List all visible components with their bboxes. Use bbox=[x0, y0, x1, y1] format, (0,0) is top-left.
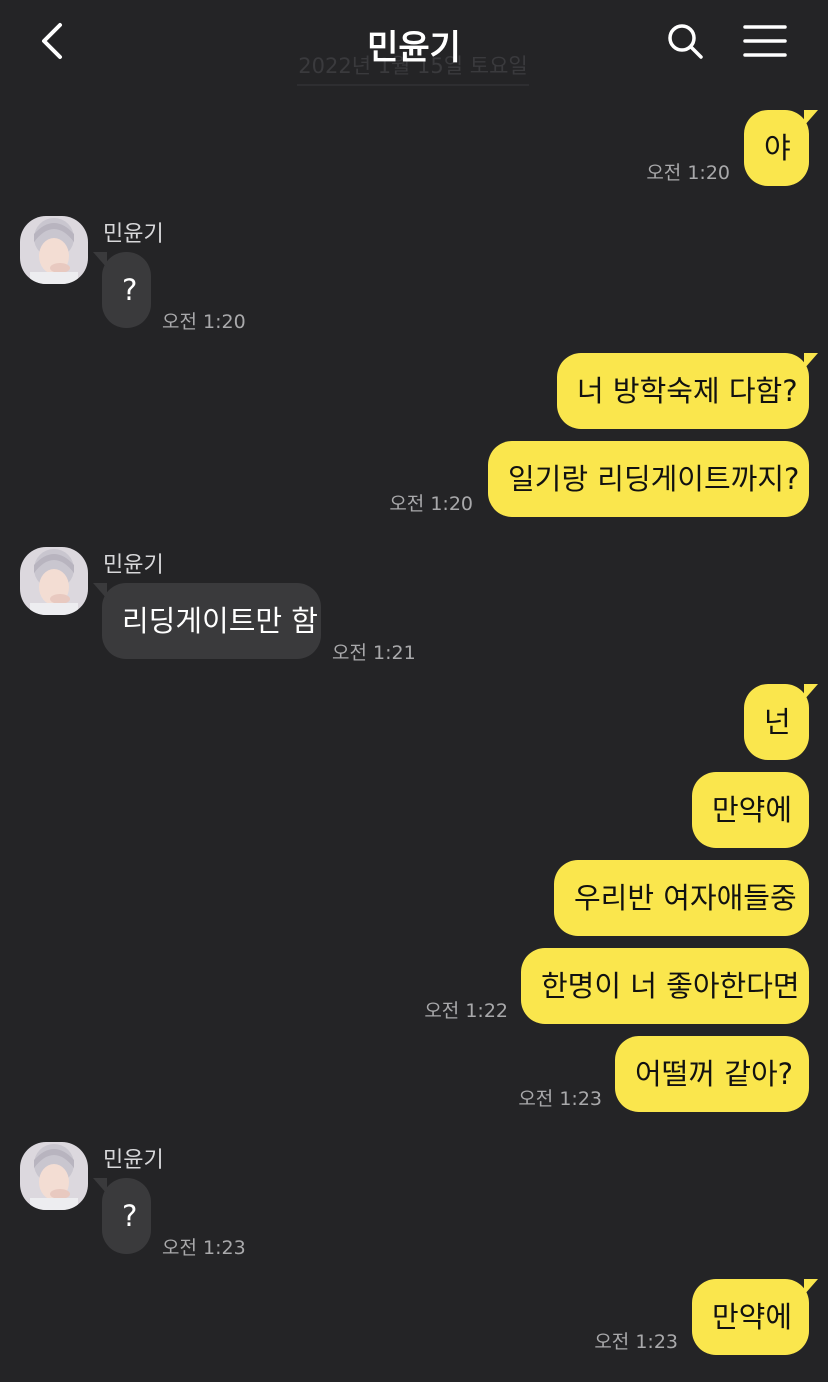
profile-photo bbox=[20, 216, 88, 284]
chat-header: 2022년 1월 15일 토요일 민윤기 bbox=[0, 0, 828, 86]
sender-name: 민윤기 bbox=[103, 222, 164, 247]
message-text: 일기랑 리딩게이트까지? bbox=[508, 462, 800, 496]
menu-button[interactable] bbox=[740, 18, 790, 64]
message-text: 야 bbox=[764, 131, 791, 165]
message-text: 한명이 너 좋아한다면 bbox=[541, 969, 800, 1003]
my-message-bubble[interactable]: 일기랑 리딩게이트까지? bbox=[488, 441, 809, 517]
message-text: 넌 bbox=[764, 705, 791, 739]
profile-photo bbox=[20, 547, 88, 615]
contact-avatar[interactable] bbox=[20, 216, 88, 284]
their-message-bubble[interactable]: ? bbox=[93, 252, 151, 328]
search-button[interactable] bbox=[662, 18, 708, 64]
message-time: 오전 1:23 bbox=[518, 1088, 602, 1110]
my-message-bubble[interactable]: 만약에 bbox=[692, 772, 809, 848]
message-time: 오전 1:20 bbox=[162, 311, 246, 333]
hamburger-menu-icon bbox=[743, 25, 787, 57]
message-text: ? bbox=[122, 273, 138, 307]
sender-name: 민윤기 bbox=[103, 1148, 164, 1173]
message-text: 만약에 bbox=[712, 793, 793, 827]
their-message-bubble[interactable]: 리딩게이트만 함 bbox=[93, 583, 321, 659]
message-text: ? bbox=[122, 1199, 138, 1233]
message-time: 오전 1:23 bbox=[594, 1331, 678, 1353]
message-text: 우리반 여자애들중 bbox=[574, 881, 797, 915]
message-time: 오전 1:23 bbox=[162, 1237, 246, 1259]
sender-name: 민윤기 bbox=[103, 553, 164, 578]
message-time: 오전 1:20 bbox=[646, 162, 730, 184]
message-text: 너 방학숙제 다함? bbox=[577, 374, 798, 408]
my-message-bubble[interactable]: 우리반 여자애들중 bbox=[554, 860, 809, 936]
message-time: 오전 1:20 bbox=[389, 493, 473, 515]
their-message-bubble[interactable]: ? bbox=[93, 1178, 151, 1254]
search-icon bbox=[668, 24, 703, 59]
my-message-bubble[interactable]: 어떨꺼 같아? bbox=[615, 1036, 809, 1112]
message-text: 어떨꺼 같아? bbox=[635, 1057, 794, 1091]
contact-avatar[interactable] bbox=[20, 547, 88, 615]
profile-photo bbox=[20, 1142, 88, 1210]
my-message-bubble[interactable]: 야 bbox=[744, 110, 818, 186]
my-message-bubble[interactable]: 넌 bbox=[744, 684, 818, 760]
message-time: 오전 1:22 bbox=[424, 1000, 508, 1022]
my-message-bubble[interactable]: 한명이 너 좋아한다면 bbox=[521, 948, 809, 1024]
message-text: 리딩게이트만 함 bbox=[122, 604, 318, 638]
message-text: 만약에 bbox=[712, 1300, 793, 1334]
contact-avatar[interactable] bbox=[20, 1142, 88, 1210]
my-message-bubble[interactable]: 너 방학숙제 다함? bbox=[557, 353, 818, 429]
message-time: 오전 1:21 bbox=[332, 642, 416, 664]
my-message-bubble[interactable]: 만약에 bbox=[692, 1279, 818, 1355]
